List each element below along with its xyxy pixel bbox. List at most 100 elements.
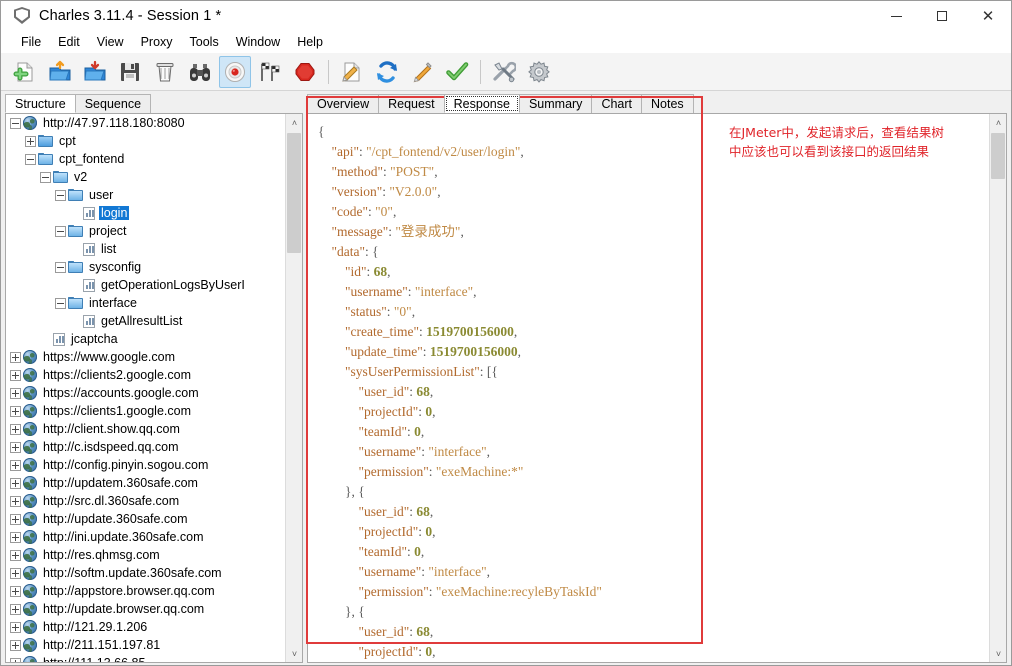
repeat-icon[interactable] — [371, 56, 403, 88]
tab-request[interactable]: Request — [378, 94, 445, 113]
tree-item[interactable]: http://47.97.118.180:8080 — [6, 114, 285, 132]
expand-icon[interactable] — [10, 423, 21, 435]
new-session-icon[interactable] — [9, 56, 41, 88]
tree-item[interactable]: cpt_fontend — [6, 150, 285, 168]
menu-proxy[interactable]: Proxy — [133, 33, 181, 51]
collapse-icon[interactable] — [25, 153, 36, 165]
expand-icon[interactable] — [10, 567, 21, 579]
tree-item[interactable]: https://clients1.google.com — [6, 402, 285, 420]
collapse-icon[interactable] — [55, 297, 66, 309]
tree-item[interactable]: cpt — [6, 132, 285, 150]
tree-item[interactable]: http://client.show.qq.com — [6, 420, 285, 438]
tools-icon[interactable] — [488, 56, 520, 88]
menu-tools[interactable]: Tools — [182, 33, 227, 51]
tree-item[interactable]: login — [6, 204, 285, 222]
menu-help[interactable]: Help — [289, 33, 331, 51]
settings-icon[interactable] — [523, 56, 555, 88]
tree-item[interactable]: list — [6, 240, 285, 258]
expand-icon[interactable] — [10, 657, 21, 662]
tree-item[interactable]: https://accounts.google.com — [6, 384, 285, 402]
tab-sequence[interactable]: Sequence — [74, 94, 152, 113]
tree-item[interactable]: http://softm.update.360safe.com — [6, 564, 285, 582]
expand-icon[interactable] — [10, 495, 21, 507]
menu-view[interactable]: View — [89, 33, 132, 51]
tree-item[interactable]: http://res.qhmsg.com — [6, 546, 285, 564]
save-session-icon[interactable] — [114, 56, 146, 88]
tree-item[interactable]: http://211.151.197.81 — [6, 636, 285, 654]
host-tree[interactable]: http://47.97.118.180:8080 cpt cpt_fontend v… — [5, 113, 303, 663]
tab-response[interactable]: Response — [443, 94, 520, 113]
collapse-icon[interactable] — [55, 189, 66, 201]
tree-scroll-down-arrow[interactable]: ˅ — [286, 645, 302, 662]
expand-icon[interactable] — [25, 135, 36, 147]
expand-icon[interactable] — [10, 477, 21, 489]
expand-icon[interactable] — [10, 621, 21, 633]
tree-item[interactable]: getAllresultList — [6, 312, 285, 330]
tab-summary[interactable]: Summary — [518, 94, 593, 113]
edit-icon[interactable] — [406, 56, 438, 88]
collapse-icon[interactable] — [55, 225, 66, 237]
expand-icon[interactable] — [10, 531, 21, 543]
tree-item[interactable]: sysconfig — [6, 258, 285, 276]
tree-item[interactable]: http://updatem.360safe.com — [6, 474, 285, 492]
tree-item[interactable]: http://config.pinyin.sogou.com — [6, 456, 285, 474]
collapse-icon[interactable] — [40, 171, 51, 183]
expand-icon[interactable] — [10, 441, 21, 453]
throttle-icon[interactable] — [254, 56, 286, 88]
response-vertical-scrollbar[interactable]: ˄ ˅ — [989, 114, 1006, 662]
tree-item[interactable]: https://www.google.com — [6, 348, 285, 366]
expand-icon[interactable] — [10, 603, 21, 615]
expand-icon[interactable] — [10, 639, 21, 651]
expand-icon[interactable] — [10, 405, 21, 417]
tab-structure[interactable]: Structure — [5, 94, 76, 113]
tree-item[interactable]: http://ini.update.360safe.com — [6, 528, 285, 546]
tree-item[interactable]: http://update.360safe.com — [6, 510, 285, 528]
compose-icon[interactable] — [336, 56, 368, 88]
tree-item[interactable]: http://111.13.66.85 — [6, 654, 285, 662]
validate-icon[interactable] — [441, 56, 473, 88]
json-scroll-area[interactable]: { "api": "/cpt_fontend/v2/user/login", "… — [308, 114, 989, 662]
clear-session-icon[interactable] — [149, 56, 181, 88]
expand-icon[interactable] — [10, 369, 21, 381]
minimize-button[interactable] — [873, 1, 919, 31]
tree-item[interactable]: https://clients2.google.com — [6, 366, 285, 384]
menu-file[interactable]: File — [13, 33, 49, 51]
close-button[interactable]: ✕ — [965, 1, 1011, 31]
tab-chart[interactable]: Chart — [591, 94, 643, 113]
tree-item[interactable]: interface — [6, 294, 285, 312]
tree-item[interactable]: http://appstore.browser.qq.com — [6, 582, 285, 600]
tree-item[interactable]: jcaptcha — [6, 330, 285, 348]
tab-notes[interactable]: Notes — [641, 94, 694, 113]
menu-window[interactable]: Window — [228, 33, 288, 51]
breakpoints-icon[interactable] — [289, 56, 321, 88]
tree-item[interactable]: http://121.29.1.206 — [6, 618, 285, 636]
tree-item[interactable]: v2 — [6, 168, 285, 186]
collapse-icon[interactable] — [10, 117, 21, 129]
response-scroll-thumb[interactable] — [991, 133, 1005, 179]
tab-overview[interactable]: Overview — [307, 94, 380, 113]
expand-icon[interactable] — [10, 459, 21, 471]
tree-item[interactable]: http://c.isdspeed.qq.com — [6, 438, 285, 456]
expand-icon[interactable] — [10, 513, 21, 525]
maximize-button[interactable] — [919, 1, 965, 31]
tree-scroll-thumb[interactable] — [287, 133, 301, 253]
menu-edit[interactable]: Edit — [50, 33, 88, 51]
tree-item[interactable]: project — [6, 222, 285, 240]
close-session-icon[interactable] — [79, 56, 111, 88]
find-icon[interactable] — [184, 56, 216, 88]
collapse-icon[interactable] — [55, 261, 66, 273]
expand-icon[interactable] — [10, 585, 21, 597]
expand-icon[interactable] — [10, 387, 21, 399]
expand-icon[interactable] — [10, 549, 21, 561]
expand-icon[interactable] — [10, 351, 21, 363]
tree-item[interactable]: http://src.dl.360safe.com — [6, 492, 285, 510]
record-icon[interactable] — [219, 55, 251, 88]
response-scroll-down-arrow[interactable]: ˅ — [990, 645, 1006, 662]
tree-scroll-up-arrow[interactable]: ˄ — [286, 114, 302, 131]
response-scroll-up-arrow[interactable]: ˄ — [990, 114, 1006, 131]
tree-vertical-scrollbar[interactable]: ˄ ˅ — [285, 114, 302, 662]
tree-item[interactable]: user — [6, 186, 285, 204]
tree-item[interactable]: http://update.browser.qq.com — [6, 600, 285, 618]
open-session-icon[interactable] — [44, 56, 76, 88]
tree-item[interactable]: getOperationLogsByUserI — [6, 276, 285, 294]
